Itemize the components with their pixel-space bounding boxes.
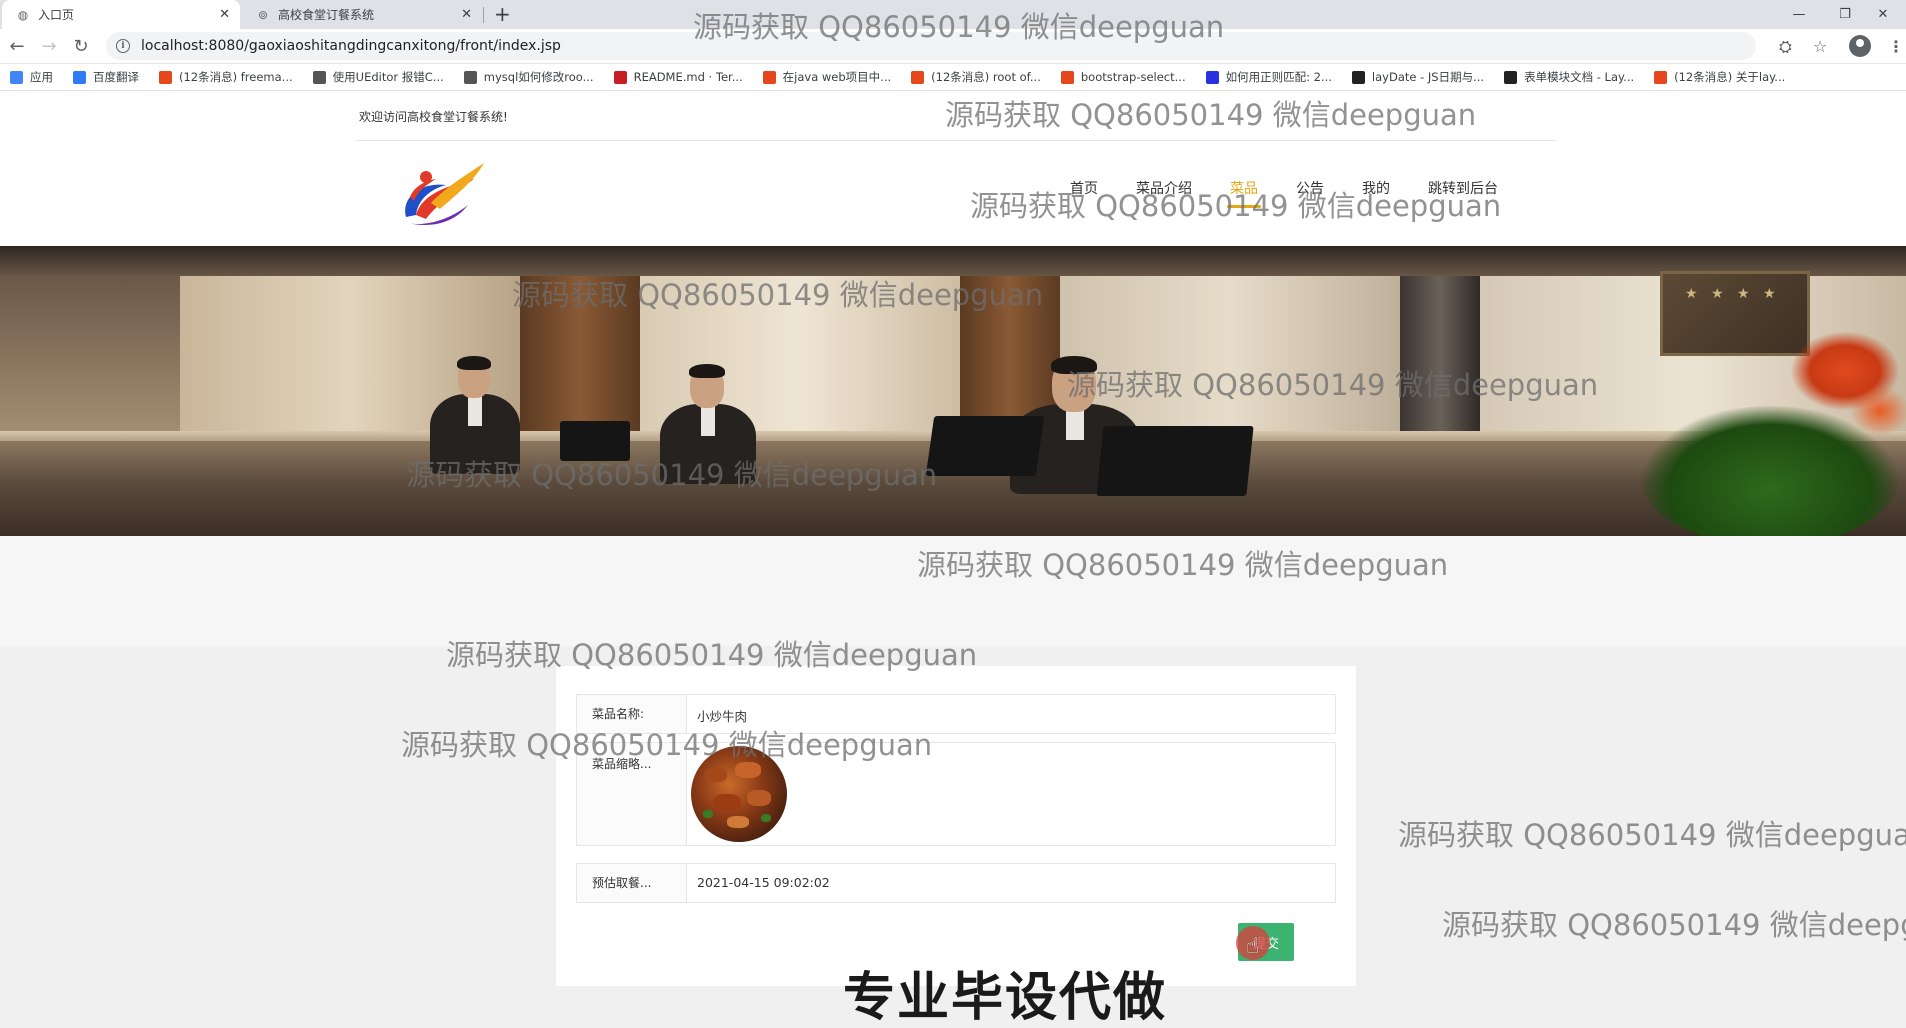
reload-icon[interactable]: ↻ bbox=[69, 34, 93, 58]
dish-order-form: 菜品名称: 小炒牛肉 菜品缩略... 预估取餐... 2021-04-15 09… bbox=[556, 666, 1356, 986]
hotel-plaque: ★ ★ ★ ★ bbox=[1660, 271, 1810, 356]
dish-name-label: 菜品名称: bbox=[577, 695, 687, 733]
bookmark-item[interactable]: 使用UEditor 报错C... bbox=[312, 69, 444, 85]
bottom-watermark-text: 专业毕设代做 bbox=[843, 968, 1168, 1028]
bookmark-label: 表单模块文档 - Lay... bbox=[1524, 70, 1635, 84]
close-window-button[interactable]: ✕ bbox=[1860, 0, 1906, 29]
csdn-icon bbox=[911, 70, 925, 84]
gitee-icon bbox=[613, 70, 627, 84]
csdn-icon bbox=[1654, 70, 1668, 84]
nav-item[interactable]: 首页 bbox=[1070, 178, 1098, 204]
page-viewport: 欢迎访问高校食堂订餐系统! 首页 菜品介绍 菜品 公告 我的 跳转到后台 ★ ★ ★ ★ bbox=[0, 91, 1906, 1028]
close-tab-icon[interactable]: ✕ bbox=[461, 7, 472, 22]
hero-banner-image: ★ ★ ★ ★ bbox=[0, 246, 1906, 536]
dish-name-row: 菜品名称: 小炒牛肉 bbox=[576, 694, 1336, 734]
welcome-text: 欢迎访问高校食堂订餐系统! bbox=[359, 110, 508, 124]
csdn-icon bbox=[762, 70, 776, 84]
bookmark-item[interactable]: bootstrap-select... bbox=[1060, 70, 1186, 84]
bookmark-item[interactable]: (12条消息) 关于lay... bbox=[1654, 69, 1785, 85]
minimize-button[interactable]: — bbox=[1776, 0, 1822, 29]
bookmarks-bar: 应用 百度翻译 (12条消息) freema... 使用UEditor 报错C... m… bbox=[0, 64, 1906, 91]
site-info-icon[interactable]: i bbox=[116, 39, 130, 53]
new-tab-button[interactable]: + bbox=[494, 2, 511, 26]
bookmark-item[interactable]: 表单模块文档 - Lay... bbox=[1504, 69, 1634, 85]
site-logo-icon[interactable] bbox=[396, 157, 488, 229]
dish-thumbnail-label: 菜品缩略... bbox=[577, 743, 687, 845]
bookmark-label: layDate - JS日期与... bbox=[1371, 70, 1485, 84]
url-text: localhost:8080/gaoxiaoshitangdingcanxito… bbox=[141, 38, 561, 54]
globe-icon: ◍ bbox=[17, 7, 29, 22]
header-divider bbox=[356, 140, 1556, 141]
bookmark-item[interactable]: 应用 bbox=[10, 69, 53, 85]
pickup-time-label: 预估取餐... bbox=[577, 864, 687, 902]
bookmark-icon bbox=[1060, 70, 1074, 84]
browser-tab-strip: ◍ 入口页 ✕ ⊚ 高校食堂订餐系统 ✕ + — ❐ ✕ bbox=[0, 0, 1906, 29]
bookmark-label: 在java web项目中... bbox=[782, 70, 892, 84]
nav-item[interactable]: 跳转到后台 bbox=[1428, 178, 1498, 204]
tab-separator bbox=[483, 7, 484, 23]
bookmark-label: README.md · Ter... bbox=[633, 70, 743, 84]
dish-thumbnail-image bbox=[691, 746, 787, 842]
nav-item[interactable]: 我的 bbox=[1362, 178, 1390, 204]
pickup-time-field[interactable]: 2021-04-15 09:02:02 bbox=[687, 864, 1335, 902]
bookmark-label: (12条消息) root of... bbox=[931, 70, 1041, 84]
close-tab-icon[interactable]: ✕ bbox=[219, 7, 230, 22]
bookmark-icon bbox=[463, 70, 477, 84]
browser-toolbar: ← → ↻ i localhost:8080/gaoxiaoshitangdin… bbox=[0, 29, 1906, 64]
dish-name-field[interactable]: 小炒牛肉 bbox=[687, 695, 1335, 733]
browser-tab-entry[interactable]: ◍ 入口页 ✕ bbox=[2, 0, 240, 29]
bookmark-item[interactable]: layDate - JS日期与... bbox=[1351, 69, 1485, 85]
browser-tab-system[interactable]: ⊚ 高校食堂订餐系统 ✕ bbox=[242, 0, 482, 29]
site-icon: ⊚ bbox=[257, 7, 269, 22]
baidu-icon bbox=[1205, 70, 1219, 84]
bookmark-item[interactable]: mysql如何修改roo... bbox=[463, 69, 594, 85]
dish-thumbnail-row: 菜品缩略... bbox=[576, 742, 1336, 846]
bookmark-item[interactable]: README.md · Ter... bbox=[613, 70, 743, 84]
bookmark-label: 应用 bbox=[30, 70, 53, 84]
bookmark-icon bbox=[312, 70, 326, 84]
translate-icon[interactable]: ⛭ bbox=[1779, 37, 1792, 57]
bookmark-label: bootstrap-select... bbox=[1080, 70, 1186, 84]
nav-item[interactable]: 菜品 bbox=[1227, 178, 1261, 208]
bookmark-label: 使用UEditor 报错C... bbox=[332, 70, 444, 84]
forward-arrow-icon[interactable]: → bbox=[37, 34, 61, 58]
hand-cursor-icon: ☝ bbox=[1246, 934, 1260, 959]
nav-item[interactable]: 菜品介绍 bbox=[1136, 178, 1192, 204]
main-nav: 首页 菜品介绍 菜品 公告 我的 跳转到后台 bbox=[1070, 178, 1536, 208]
bookmark-item[interactable]: (12条消息) root of... bbox=[911, 69, 1041, 85]
address-bar[interactable]: i localhost:8080/gaoxiaoshitangdingcanxi… bbox=[106, 32, 1756, 60]
site-header: 欢迎访问高校食堂订餐系统! 首页 菜品介绍 菜品 公告 我的 跳转到后台 bbox=[0, 91, 1906, 246]
profile-avatar-icon[interactable] bbox=[1849, 35, 1871, 57]
baidu-translate-icon bbox=[73, 70, 86, 84]
menu-dots-icon[interactable]: ⋮ bbox=[1888, 37, 1904, 56]
bookmark-label: mysql如何修改roo... bbox=[483, 70, 594, 84]
bookmark-label: (12条消息) freema... bbox=[179, 70, 293, 84]
bookmark-item[interactable]: (12条消息) freema... bbox=[159, 69, 293, 85]
tab-title: 入口页 bbox=[38, 8, 75, 22]
nav-item[interactable]: 公告 bbox=[1296, 178, 1324, 204]
bookmark-label: 百度翻译 bbox=[93, 70, 139, 84]
layui-icon bbox=[1351, 70, 1365, 84]
bookmark-item[interactable]: 在java web项目中... bbox=[762, 69, 892, 85]
pickup-time-row: 预估取餐... 2021-04-15 09:02:02 bbox=[576, 863, 1336, 903]
layui-icon bbox=[1504, 70, 1518, 84]
apps-icon bbox=[10, 70, 23, 84]
star-bookmark-icon[interactable]: ☆ bbox=[1813, 37, 1827, 56]
bookmark-label: 如何用正则匹配: 2... bbox=[1225, 70, 1332, 84]
bookmark-item[interactable]: 百度翻译 bbox=[73, 69, 139, 85]
content-band bbox=[0, 536, 1906, 646]
bookmark-label: (12条消息) 关于lay... bbox=[1674, 70, 1786, 84]
tab-title: 高校食堂订餐系统 bbox=[278, 8, 375, 22]
back-arrow-icon[interactable]: ← bbox=[5, 34, 29, 58]
bookmark-item[interactable]: 如何用正则匹配: 2... bbox=[1205, 69, 1332, 85]
csdn-icon bbox=[159, 70, 172, 84]
